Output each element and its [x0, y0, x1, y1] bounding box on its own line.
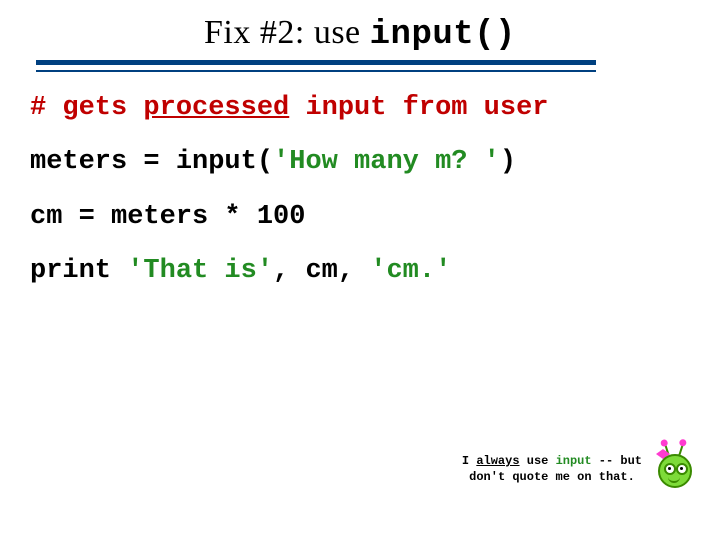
- l2-b: ): [500, 147, 516, 177]
- fn-line2: don't quote me on that.: [469, 470, 635, 484]
- slide-title: Fix #2: use input(): [26, 14, 694, 54]
- title-text: Fix #2: use: [204, 14, 370, 51]
- l4-b: , cm,: [273, 256, 370, 286]
- comment-underlined: processed: [143, 93, 289, 123]
- footnote-text: I always use input -- but don't quote me…: [462, 453, 642, 485]
- l2-a: meters = input(: [30, 147, 273, 177]
- fn-mid: use: [520, 454, 556, 468]
- footnote-area: I always use input -- but don't quote me…: [462, 446, 694, 492]
- fn-pre: I: [462, 454, 476, 468]
- slide: Fix #2: use input() # gets processed inp…: [0, 0, 720, 540]
- code-block: # gets processed input from user meters …: [30, 94, 694, 285]
- l2-string: 'How many m? ': [273, 147, 500, 177]
- l4-a: print: [30, 256, 127, 286]
- comment-rest: input from user: [289, 93, 548, 123]
- title-divider: [36, 60, 596, 72]
- code-comment-line: # gets processed input from user: [30, 94, 694, 122]
- mascot-icon: [652, 446, 694, 492]
- fn-post1: -- but: [592, 454, 642, 468]
- l4-str1: 'That is': [127, 256, 273, 286]
- title-code: input(): [370, 16, 516, 54]
- l4-str2: 'cm.': [370, 256, 451, 286]
- fn-input: input: [556, 454, 592, 468]
- fn-always: always: [476, 454, 519, 468]
- code-line-print: print 'That is', cm, 'cm.': [30, 257, 694, 285]
- code-line-cm: cm = meters * 100: [30, 203, 694, 231]
- comment-hash: # gets: [30, 93, 143, 123]
- code-line-input: meters = input('How many m? '): [30, 148, 694, 176]
